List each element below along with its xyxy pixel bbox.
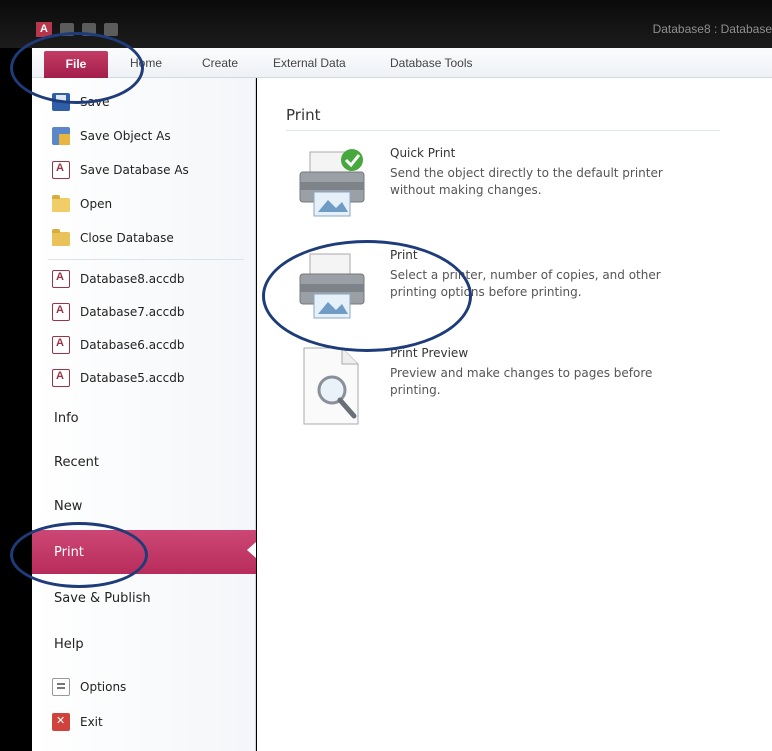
access-database-icon — [52, 161, 70, 179]
nav-save-label: Save — [80, 95, 110, 109]
quick-print-option[interactable]: Quick Print Send the object directly to … — [286, 146, 706, 236]
access-file-icon — [52, 336, 70, 354]
nav-save[interactable]: Save — [32, 85, 256, 119]
folder-icon — [52, 229, 70, 246]
undo-icon[interactable] — [82, 23, 96, 36]
print-preview-title: Print Preview — [390, 346, 469, 360]
quick-access-toolbar: A — [36, 22, 118, 37]
print-title: Print — [390, 248, 418, 262]
recent-file-label: Database7.accdb — [80, 305, 185, 319]
tab-create[interactable]: Create — [202, 56, 238, 70]
tab-external-data[interactable]: External Data — [273, 56, 346, 70]
tab-home[interactable]: Home — [130, 56, 162, 70]
window-title: Database8 : Database — [652, 22, 772, 36]
save-qat-icon[interactable] — [60, 23, 74, 36]
access-logo-icon: A — [36, 22, 52, 37]
ribbon-tabs: File Home Create External Data Database … — [32, 48, 772, 78]
nav-print[interactable]: Print — [32, 530, 256, 574]
print-preview-option[interactable]: Print Preview Preview and make changes t… — [286, 346, 706, 436]
open-folder-icon — [52, 195, 70, 212]
nav-open[interactable]: Open — [32, 187, 256, 221]
nav-open-label: Open — [80, 197, 113, 211]
quick-print-icon — [299, 149, 365, 217]
nav-save-object-as[interactable]: Save Object As — [32, 119, 256, 153]
recent-file-label: Database5.accdb — [80, 371, 185, 385]
recent-file-item[interactable]: Database5.accdb — [32, 361, 256, 395]
access-file-icon — [52, 270, 70, 288]
nav-exit-label: Exit — [80, 715, 103, 729]
access-file-icon — [52, 303, 70, 321]
exit-icon — [52, 713, 70, 731]
nav-info[interactable]: Info — [32, 398, 256, 438]
access-file-icon — [52, 369, 70, 387]
nav-exit[interactable]: Exit — [32, 705, 256, 739]
recent-file-item[interactable]: Database7.accdb — [32, 295, 256, 329]
save-object-icon — [52, 127, 70, 145]
nav-new[interactable]: New — [32, 486, 256, 526]
nav-close-database[interactable]: Close Database — [32, 221, 256, 255]
print-option[interactable]: Print Select a printer, number of copies… — [286, 248, 706, 338]
print-pane: Print Quick Print Send the object direct… — [257, 78, 772, 751]
print-preview-description: Preview and make changes to pages before… — [390, 366, 653, 397]
nav-divider — [48, 259, 244, 260]
page-title: Print — [286, 106, 321, 124]
recent-file-label: Database6.accdb — [80, 338, 185, 352]
quick-print-description: Send the object directly to the default … — [390, 166, 663, 197]
nav-recent[interactable]: Recent — [32, 442, 256, 482]
nav-save-database-as-label: Save Database As — [80, 163, 189, 177]
nav-save-and-publish[interactable]: Save & Publish — [32, 578, 256, 618]
redo-icon[interactable] — [104, 23, 118, 36]
nav-help[interactable]: Help — [32, 624, 256, 664]
nav-options[interactable]: Options — [32, 670, 256, 704]
recent-file-item[interactable]: Database8.accdb — [32, 262, 256, 296]
nav-save-database-as[interactable]: Save Database As — [32, 153, 256, 187]
options-icon — [52, 678, 70, 696]
header-divider — [286, 130, 720, 131]
nav-close-database-label: Close Database — [80, 231, 174, 245]
backstage-nav: Save Save Object As Save Database As Ope… — [32, 78, 256, 751]
print-preview-icon — [303, 347, 359, 425]
tab-file[interactable]: File — [44, 51, 108, 78]
recent-file-label: Database8.accdb — [80, 272, 185, 286]
nav-options-label: Options — [80, 680, 127, 694]
quick-print-title: Quick Print — [390, 146, 456, 160]
nav-save-object-as-label: Save Object As — [80, 129, 171, 143]
tab-database-tools[interactable]: Database Tools — [390, 56, 473, 70]
print-description: Select a printer, number of copies, and … — [390, 268, 661, 299]
title-bar: A Database8 : Database — [0, 0, 772, 48]
printer-icon — [299, 253, 365, 319]
recent-file-item[interactable]: Database6.accdb — [32, 328, 256, 362]
save-icon — [52, 93, 70, 111]
